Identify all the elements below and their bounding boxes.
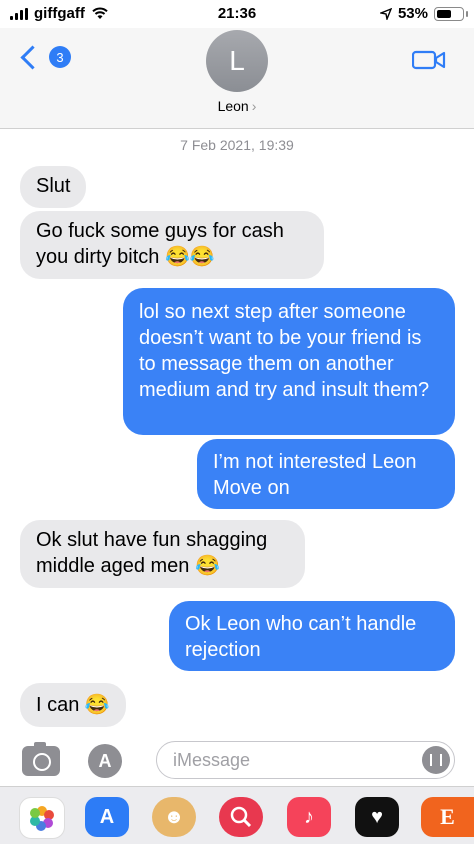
app-drawer: A ☻ ♪ ♥ E bbox=[0, 786, 474, 844]
incoming-message[interactable]: Go fuck some guys for cash you dirty bit… bbox=[20, 211, 324, 279]
audio-message-icon[interactable] bbox=[422, 746, 450, 774]
avatar[interactable]: L bbox=[206, 30, 268, 92]
memoji-icon[interactable]: ☻ bbox=[152, 797, 196, 837]
status-bar: giffgaff 21:36 53% bbox=[0, 0, 474, 28]
music-icon[interactable]: ♪ bbox=[287, 797, 331, 837]
outgoing-message[interactable]: Ok Leon who can’t handle rejection bbox=[169, 601, 455, 671]
battery-percent: 53% bbox=[397, 5, 428, 22]
conversation-header: 3 L Leon › bbox=[0, 28, 474, 129]
app-store-button[interactable]: A bbox=[88, 744, 122, 778]
location-arrow-icon bbox=[379, 7, 392, 20]
chevron-left-icon bbox=[20, 44, 45, 70]
message-placeholder: iMessage bbox=[173, 750, 251, 770]
search-images-icon[interactable] bbox=[219, 797, 263, 837]
outgoing-message[interactable]: lol so next step after someone doesn’t w… bbox=[123, 288, 455, 435]
photos-icon[interactable] bbox=[19, 797, 65, 839]
contact-name-button[interactable]: Leon › bbox=[0, 98, 474, 114]
message-text: I can 😂 bbox=[36, 694, 110, 716]
contact-name: Leon bbox=[217, 98, 249, 114]
incoming-message[interactable]: I can 😂 bbox=[20, 683, 126, 727]
digital-touch-icon[interactable]: ♥ bbox=[355, 797, 399, 837]
camera-icon[interactable] bbox=[22, 742, 60, 776]
battery-icon bbox=[434, 6, 468, 21]
message-text: Ok Leon who can’t handle rejection bbox=[185, 613, 417, 661]
status-right: 53% bbox=[379, 5, 468, 22]
unread-count-badge: 3 bbox=[49, 46, 71, 68]
message-text: Go fuck some guys for cash you dirty bit… bbox=[36, 220, 284, 268]
back-button[interactable]: 3 bbox=[20, 44, 71, 70]
message-text: Slut bbox=[36, 175, 71, 197]
outgoing-message[interactable]: I’m not interested Leon Move on bbox=[197, 439, 455, 509]
etsy-label: E bbox=[440, 804, 455, 829]
message-input[interactable]: iMessage bbox=[156, 741, 455, 779]
incoming-message[interactable]: Slut bbox=[20, 166, 87, 208]
message-timestamp: 7 Feb 2021, 19:39 bbox=[180, 137, 294, 153]
chevron-right-icon: › bbox=[251, 98, 257, 114]
etsy-icon[interactable]: E bbox=[421, 797, 474, 837]
message-text: lol so next step after someone doesn’t w… bbox=[139, 301, 430, 401]
message-text: I’m not interested Leon Move on bbox=[213, 451, 417, 499]
app-store-icon[interactable]: A bbox=[85, 797, 129, 837]
facetime-video-icon[interactable] bbox=[412, 50, 446, 70]
message-input-bar: A iMessage bbox=[0, 736, 474, 786]
message-text: Ok slut have fun shagging middle aged me… bbox=[36, 529, 268, 577]
incoming-message[interactable]: Ok slut have fun shagging middle aged me… bbox=[20, 520, 305, 588]
